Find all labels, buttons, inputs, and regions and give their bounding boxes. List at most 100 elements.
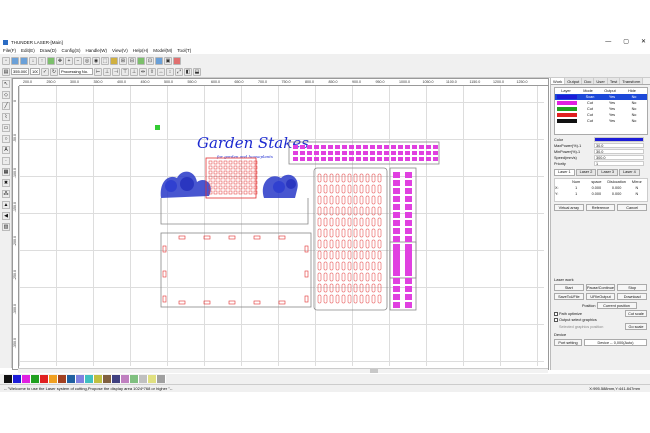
palette-swatch[interactable]	[85, 375, 94, 383]
node-tool-icon[interactable]: ◇	[2, 91, 10, 99]
tab-user[interactable]: User	[594, 78, 608, 84]
drawing-canvas[interactable]: Garden Stakes for garden and houseplants	[19, 86, 544, 366]
cut-scale-button[interactable]: Cut scale	[625, 310, 647, 317]
horizontal-scrollbar[interactable]	[18, 368, 548, 373]
menu-config[interactable]: Config(S)	[62, 48, 81, 53]
tab-doc[interactable]: Doc	[582, 78, 595, 84]
align-left-icon[interactable]: ⊢	[94, 67, 102, 76]
artwork-svg[interactable]: Garden Stakes for garden and houseplants	[19, 86, 544, 366]
close-icon[interactable]: ✕	[641, 38, 646, 47]
rotate-icon[interactable]: ↻	[50, 67, 58, 76]
simulate-icon[interactable]	[137, 56, 145, 65]
minimize-icon[interactable]: —	[605, 38, 611, 47]
distribute-h-icon[interactable]: ⇹	[139, 67, 147, 76]
priority-field[interactable]: 1	[594, 161, 644, 166]
max-power-field[interactable]: 30.0	[594, 143, 644, 148]
palette-swatch[interactable]	[76, 375, 85, 383]
palette-swatch[interactable]	[58, 375, 67, 383]
palette-swatch[interactable]	[139, 375, 148, 383]
ufile-output-button[interactable]: UFileOutput	[585, 293, 616, 300]
tab-transform[interactable]: Transform	[620, 78, 644, 84]
save-to-ufile-button[interactable]: SaveToUFile	[554, 293, 584, 300]
port-setting-button[interactable]: Port setting	[554, 339, 582, 346]
array-y-dislocation[interactable]: 0.000	[607, 191, 627, 197]
device-icon[interactable]: ▣	[164, 56, 172, 65]
palette-swatch[interactable]	[67, 375, 76, 383]
mirror-v-icon[interactable]: ⬓	[193, 67, 201, 76]
same-width-icon[interactable]: ↔	[157, 67, 165, 76]
export-icon[interactable]: ↑	[38, 56, 46, 65]
pan-icon[interactable]: ✥	[56, 56, 64, 65]
ellipse-tool-icon[interactable]: ○	[2, 135, 10, 143]
palette-swatch[interactable]	[121, 375, 130, 383]
align-top-icon[interactable]: ⊤	[121, 67, 129, 76]
subtab-laser-3[interactable]: Laser 3	[597, 169, 619, 176]
menu-view[interactable]: View(V)	[112, 48, 128, 53]
node-edit-icon[interactable]	[110, 56, 118, 65]
process-no-field[interactable]	[59, 68, 93, 75]
path-optimize-checkbox[interactable]	[554, 311, 558, 316]
menu-model[interactable]: Model(M)	[153, 48, 172, 53]
start-button[interactable]: Start	[554, 284, 584, 291]
save-file-icon[interactable]	[20, 56, 28, 65]
color-swatch[interactable]	[594, 137, 644, 142]
arrow-tool-icon[interactable]: ◀	[2, 212, 10, 220]
palette-swatch[interactable]	[4, 375, 13, 383]
grid-tool-icon[interactable]: ▥	[2, 223, 10, 231]
import-icon[interactable]: ↓	[29, 56, 37, 65]
drawing-canvas-area[interactable]: 200.0 250.0 300.0 350.0 400.0 450.0 500.0 550.0…	[12, 78, 549, 370]
stop-button[interactable]: Stop	[617, 284, 648, 291]
open-file-icon[interactable]	[11, 56, 19, 65]
array-y-space[interactable]: 0.000	[586, 191, 606, 197]
menu-edit[interactable]: Edit(E)	[21, 48, 35, 53]
scroll-thumb[interactable]	[370, 369, 378, 373]
align-center-icon[interactable]: ⊥	[103, 67, 111, 76]
same-size-icon[interactable]: ⤢	[175, 67, 183, 76]
palette-swatch[interactable]	[49, 375, 58, 383]
palette-swatch[interactable]	[13, 375, 22, 383]
size-w-field[interactable]	[30, 68, 40, 75]
palette-swatch[interactable]	[148, 375, 157, 383]
palette-swatch[interactable]	[157, 375, 166, 383]
laser-icon[interactable]	[173, 56, 181, 65]
array-y-mirror[interactable]: N	[627, 191, 647, 197]
apply-size-icon[interactable]: ✓	[41, 67, 49, 76]
tab-work[interactable]: Work	[551, 78, 566, 84]
group-icon[interactable]: ⊞	[119, 56, 127, 65]
lock-icon[interactable]: ▤	[2, 67, 10, 76]
triangle-tool-icon[interactable]: ▲	[2, 201, 10, 209]
mirror-h-icon[interactable]: ◧	[184, 67, 192, 76]
download-icon[interactable]	[155, 56, 163, 65]
layer-row[interactable]: Cut Yes No	[555, 118, 647, 124]
text-tool-icon[interactable]: A	[2, 146, 10, 154]
palette-swatch[interactable]	[40, 375, 49, 383]
tab-test[interactable]: Test	[607, 78, 621, 84]
tab-output[interactable]: Output	[565, 78, 583, 84]
cancel-button[interactable]: Cancel	[617, 204, 648, 211]
bitmap-tool-icon[interactable]: ▦	[2, 168, 10, 176]
speed-field[interactable]: 300.0	[594, 155, 644, 160]
new-file-icon[interactable]: ▫	[2, 56, 10, 65]
ungroup-icon[interactable]: ⊟	[128, 56, 136, 65]
output-select-checkbox[interactable]	[554, 318, 558, 322]
zoom-in-icon[interactable]: +	[65, 56, 73, 65]
subtab-laser-1[interactable]: Laser 1	[554, 169, 575, 176]
select-icon[interactable]: ⬚	[101, 56, 109, 65]
zoom-fit-icon[interactable]: ◎	[83, 56, 91, 65]
palette-swatch[interactable]	[103, 375, 112, 383]
position-select[interactable]: Current position	[596, 302, 637, 309]
menu-draw[interactable]: Draw(D)	[40, 48, 57, 53]
zoom-page-icon[interactable]: ◉	[92, 56, 100, 65]
device-select[interactable]: Device -- 0,000(Auto)	[584, 339, 647, 346]
pos-x-field[interactable]	[11, 68, 29, 75]
palette-swatch[interactable]	[112, 375, 121, 383]
array-tool-icon[interactable]: ⁂	[2, 190, 10, 198]
frame-icon[interactable]: ⊡	[146, 56, 154, 65]
start-icon[interactable]	[47, 56, 55, 65]
palette-swatch[interactable]	[94, 375, 103, 383]
dot-tool-icon[interactable]: ·	[2, 157, 10, 165]
menu-tool[interactable]: Tool(T)	[177, 48, 191, 53]
virtual-array-button[interactable]: Virtual array	[554, 204, 584, 211]
subtab-laser-4[interactable]: Laser 4	[619, 169, 640, 176]
subtab-laser-2[interactable]: Laser 2	[575, 169, 597, 176]
